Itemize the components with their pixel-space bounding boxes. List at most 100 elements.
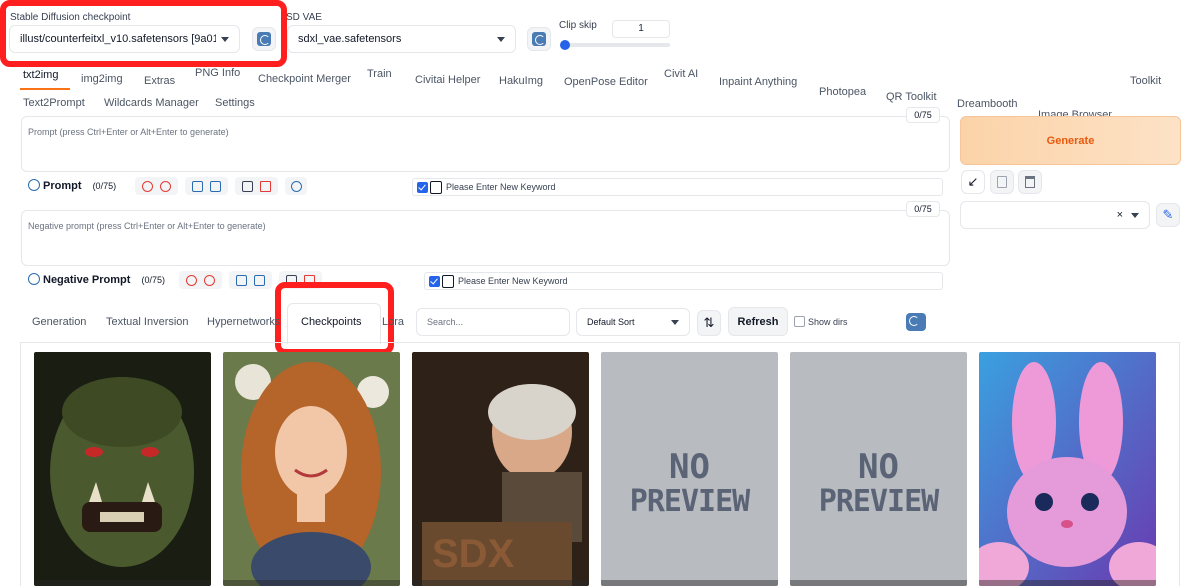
paste-button[interactable] (990, 170, 1014, 194)
vae-label: SD VAE (286, 12, 322, 23)
negative-prompt-label: Negative Prompt (43, 274, 131, 286)
refresh-icon (532, 32, 546, 46)
tab-textual-inversion[interactable]: Textual Inversion (106, 316, 189, 328)
tab-civit-ai[interactable]: Civit AI (664, 68, 698, 80)
checkpoint-card[interactable] (34, 352, 211, 586)
tab-txt2img[interactable]: txt2img (23, 69, 58, 81)
negative-prompt-textarea[interactable]: Negative prompt (press Ctrl+Enter or Alt… (21, 210, 950, 266)
checkpoint-card[interactable] (979, 352, 1156, 586)
prompt-extra-tools (285, 177, 307, 195)
tab-openpose-editor[interactable]: OpenPose Editor (564, 76, 648, 88)
tab-img2img[interactable]: img2img (81, 73, 123, 85)
card-footer (412, 580, 589, 586)
no-preview-line1: NO (669, 447, 710, 487)
tab-civitai-helper[interactable]: Civitai Helper (415, 74, 480, 86)
vae-refresh-button[interactable] (527, 27, 551, 51)
negative-keyword-placeholder: Please Enter New Keyword (458, 276, 568, 286)
settings-icon[interactable] (160, 180, 172, 192)
tab-generation[interactable]: Generation (32, 316, 86, 328)
generate-button[interactable]: Generate (960, 116, 1181, 165)
tab-text2prompt[interactable]: Text2Prompt (23, 97, 85, 109)
trash-icon (1025, 176, 1035, 188)
edit-styles-button[interactable]: ✎ (1156, 203, 1180, 227)
tab-dreambooth[interactable]: Dreambooth (957, 98, 1018, 110)
negative-token-counter: 0/75 (906, 201, 940, 217)
clear-button[interactable] (1018, 170, 1042, 194)
no-preview-line1: NO (858, 447, 899, 487)
prompt-label: Prompt (43, 180, 82, 192)
tab-checkpoint-merger[interactable]: Checkpoint Merger (258, 73, 351, 85)
chevron-up-icon (28, 179, 40, 191)
tab-inpaint-anything[interactable]: Inpaint Anything (719, 76, 797, 88)
styles-select[interactable]: × (960, 201, 1150, 229)
search-input[interactable]: Search... (416, 308, 570, 336)
tab-lora[interactable]: Lora (382, 316, 404, 328)
tab-qr-toolkit[interactable]: QR Toolkit (886, 91, 937, 103)
sort-value: Default Sort (587, 317, 635, 327)
tab-hakuimg[interactable]: HakuImg (499, 75, 543, 87)
bookmark-icon[interactable] (210, 180, 222, 192)
tab-png-info[interactable]: PNG Info (195, 67, 240, 79)
gear-icon[interactable] (290, 180, 302, 192)
sort-order-button[interactable]: ⇅ (697, 310, 721, 336)
checkpoint-card[interactable] (223, 352, 400, 586)
close-icon[interactable]: × (1117, 209, 1123, 221)
prompt-translate-tools (135, 177, 178, 195)
globe-icon[interactable] (141, 180, 153, 192)
book-icon (442, 274, 454, 288)
book-icon (430, 180, 442, 194)
checkpoint-card[interactable]: NO PREVIEW (790, 352, 967, 586)
negative-translate-tools (179, 271, 222, 289)
refresh-button[interactable]: Refresh (728, 307, 788, 336)
prompt-textarea[interactable]: Prompt (press Ctrl+Enter or Alt+Enter to… (21, 116, 950, 172)
tab-extras[interactable]: Extras (144, 75, 175, 87)
checkpoint-card[interactable]: NO PREVIEW (601, 352, 778, 586)
tab-photopea[interactable]: Photopea (819, 86, 866, 98)
edit-doc-icon[interactable] (235, 274, 247, 286)
card-footer (223, 580, 400, 586)
sort-arrows-icon: ⇅ (703, 315, 715, 330)
prompt-keyword-placeholder: Please Enter New Keyword (446, 182, 556, 192)
card-image-woman (223, 352, 400, 586)
tab-hypernetworks[interactable]: Hypernetworks (207, 316, 280, 328)
tab-wildcards-manager[interactable]: Wildcards Manager (104, 97, 199, 109)
prompt-placeholder: Prompt (press Ctrl+Enter or Alt+Enter to… (28, 127, 229, 137)
clip-skip-label: Clip skip (559, 20, 597, 31)
keyword-checkbox[interactable] (429, 275, 440, 287)
show-dirs-checkbox[interactable] (794, 316, 805, 327)
prompt-toggle[interactable]: Prompt (0/75) (28, 179, 116, 192)
bookmark-icon[interactable] (254, 274, 266, 286)
negative-file-tools (229, 271, 272, 289)
settings-icon[interactable] (204, 274, 216, 286)
trash-icon[interactable] (260, 180, 272, 192)
tab-toolkit[interactable]: Toolkit (1130, 75, 1161, 87)
show-dirs-toggle[interactable]: Show dirs (794, 316, 848, 327)
copy-icon[interactable] (241, 180, 253, 192)
clipboard-icon (997, 176, 1007, 188)
vae-select[interactable]: sdxl_vae.safetensors (287, 25, 516, 53)
negative-keyword-input[interactable]: Please Enter New Keyword (424, 272, 943, 290)
card-footer (601, 580, 778, 586)
card-footer (34, 580, 211, 586)
chevron-down-icon (671, 319, 679, 325)
tab-settings[interactable]: Settings (215, 97, 255, 109)
clip-skip-input[interactable]: 1 (612, 20, 670, 38)
checkpoint-card[interactable]: SDX (412, 352, 589, 586)
keyword-checkbox[interactable] (417, 181, 428, 193)
negative-prompt-placeholder: Negative prompt (press Ctrl+Enter or Alt… (28, 221, 266, 231)
tab-checkpoints[interactable]: Checkpoints (301, 316, 362, 328)
edit-doc-icon[interactable] (191, 180, 203, 192)
chevron-down-icon (497, 36, 505, 42)
no-preview-line2: PREVIEW (818, 484, 939, 519)
globe-icon[interactable] (185, 274, 197, 286)
vae-value: sdxl_vae.safetensors (298, 33, 402, 45)
prompt-keyword-input[interactable]: Please Enter New Keyword (412, 178, 943, 196)
extra-networks-refresh-button[interactable] (904, 310, 927, 333)
negative-prompt-toggle[interactable]: Negative Prompt (0/75) (28, 273, 165, 286)
read-params-button[interactable]: ↙ (961, 170, 985, 194)
clip-skip-slider[interactable] (560, 40, 670, 50)
show-dirs-label: Show dirs (808, 317, 848, 327)
tab-train[interactable]: Train (367, 68, 392, 80)
clip-skip-slider-thumb[interactable] (560, 40, 570, 50)
sort-select[interactable]: Default Sort (576, 308, 690, 336)
